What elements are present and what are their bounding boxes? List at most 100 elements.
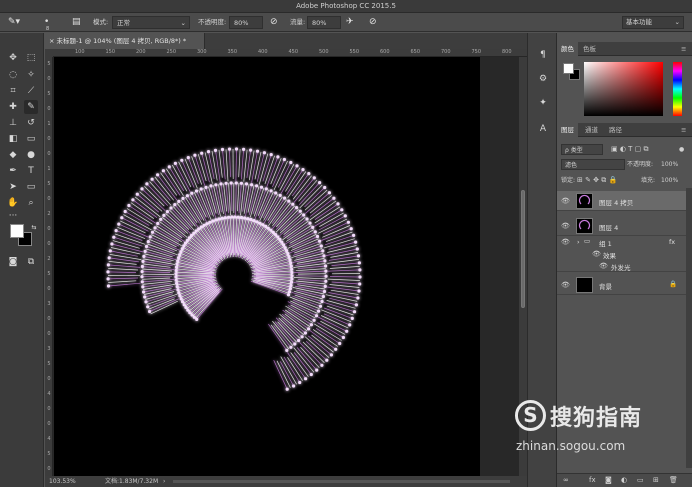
lasso-tool-icon[interactable]: ◌ (6, 68, 20, 82)
layer-group-row[interactable]: 👁 › ▭ 组 1 fx (557, 235, 686, 248)
document-tab[interactable]: × 未标题-1 @ 104% (图层 4 拷贝, RGB/8*) * (45, 33, 205, 49)
eye-icon[interactable]: 👁 (561, 238, 570, 246)
zoom-level[interactable]: 103.53% (49, 476, 76, 487)
horizontal-ruler[interactable]: 100 150 200 250 300 350 400 450 500 550 600 650 700 7… (53, 49, 527, 57)
paragraph-icon[interactable]: ¶ (537, 49, 549, 61)
path-select-icon[interactable]: ➤ (6, 180, 20, 194)
ruler-tick-label: 0 (47, 76, 51, 82)
clone-stamp-icon[interactable]: ⊥ (6, 116, 20, 130)
layer-name[interactable]: 图层 4 拷贝 (599, 197, 633, 207)
eyedropper-icon[interactable]: ⟋ (24, 84, 38, 98)
brush-tool-icon[interactable]: ✎▾ (8, 16, 20, 29)
eye-icon[interactable]: 👁 (599, 262, 608, 270)
adjustment-layer-icon[interactable]: ◐ (621, 476, 627, 484)
eye-icon[interactable]: 👁 (561, 197, 570, 205)
layer-row[interactable]: 👁 背景 🔒 (557, 275, 686, 295)
airbrush-icon[interactable]: ✈ (346, 16, 354, 29)
dodge-tool-icon[interactable]: ● (24, 148, 38, 162)
chevron-right-icon[interactable]: › (577, 238, 580, 246)
pen-tool-icon[interactable]: ✒ (6, 164, 20, 178)
more-tools-icon[interactable]: ··· (6, 209, 20, 223)
fx-icon[interactable]: fx (589, 476, 596, 484)
layer-name[interactable]: 组 1 (599, 238, 612, 248)
effect-item-row[interactable]: 👁 外发光 (557, 260, 686, 272)
mode-select[interactable]: 正常 ⌄ (112, 16, 190, 29)
tab-channels[interactable]: 通道 (581, 123, 602, 137)
eye-icon[interactable]: 👁 (561, 281, 570, 289)
color-panel-foreground[interactable] (563, 63, 574, 74)
foreground-color-swatch[interactable] (10, 224, 24, 238)
character-icon[interactable]: A (537, 123, 549, 135)
mode-value: 正常 (117, 19, 130, 27)
marquee-tool-icon[interactable]: ⬚ (24, 51, 38, 65)
properties-icon[interactable]: ⚙ (537, 73, 549, 85)
brush-settings-icon[interactable]: ✦ (537, 97, 549, 109)
effects-row[interactable]: 👁 效果 (557, 248, 686, 260)
title-bar: Adobe Photoshop CC 2015.5 (0, 0, 692, 13)
hue-slider[interactable] (673, 62, 682, 116)
workspace-select[interactable]: 基本功能 ⌄ (622, 16, 684, 29)
link-layers-icon[interactable]: ∞ (563, 476, 569, 484)
fx-badge[interactable]: fx (669, 238, 675, 246)
brush-panel-icon[interactable]: ▤ (72, 16, 81, 29)
add-mask-icon[interactable]: ◙ (605, 476, 612, 484)
history-brush-icon[interactable]: ↺ (24, 116, 38, 130)
layer-name[interactable]: 背景 (599, 281, 612, 291)
color-picker-field[interactable] (584, 62, 663, 116)
healing-brush-icon[interactable]: ✚ (6, 100, 20, 114)
panel-menu-icon[interactable]: ≡ (677, 123, 690, 137)
zoom-tool-icon[interactable]: ⌕ (24, 196, 38, 210)
eraser-icon[interactable]: ◧ (6, 132, 20, 146)
blend-mode-select[interactable]: 滤色 (561, 159, 625, 170)
eye-icon[interactable]: 👁 (561, 222, 570, 230)
swap-colors-icon[interactable]: ⇆ (27, 221, 41, 235)
tab-paths[interactable]: 路径 (605, 123, 626, 137)
ruler-tick-label: 600 (380, 49, 390, 55)
layer-name: 外发光 (611, 264, 631, 272)
panel-menu-icon[interactable]: ≡ (677, 42, 690, 56)
pressure-size-icon[interactable]: ⊘ (369, 16, 377, 29)
tab-swatches[interactable]: 色板 (579, 42, 600, 56)
magic-wand-icon[interactable]: ✧ (24, 68, 38, 82)
layer-row[interactable]: 👁 图层 4 拷贝 (557, 191, 686, 211)
lock-label: 锁定: (561, 177, 576, 184)
trash-icon[interactable]: 🗑 (669, 476, 678, 484)
fill-value[interactable]: 100% (661, 175, 678, 186)
blur-tool-icon[interactable]: ◆ (6, 148, 20, 162)
crop-tool-icon[interactable]: ⌗ (6, 84, 20, 98)
ruler-tick-label: 3 (47, 301, 51, 307)
layer-name[interactable]: 图层 4 (599, 222, 618, 232)
filter-toggle-icon[interactable]: ● (679, 144, 684, 155)
ruler-tick-label: 800 (502, 49, 512, 55)
layer-opacity-value[interactable]: 100% (661, 159, 678, 170)
flow-label: 流量: (290, 18, 306, 26)
move-tool-icon[interactable]: ✥ (6, 51, 20, 65)
opacity-field[interactable]: 80% (229, 16, 263, 29)
new-layer-icon[interactable]: ⊞ (653, 476, 659, 484)
eye-icon[interactable]: 👁 (592, 250, 601, 258)
type-tool-icon[interactable]: T (24, 164, 38, 178)
hand-tool-icon[interactable]: ✋ (6, 196, 20, 210)
opacity-label: 不透明度: (198, 18, 227, 26)
layer-row[interactable]: 👁 图层 4 (557, 216, 686, 236)
status-menu-icon[interactable]: › (163, 476, 165, 487)
quick-mask-icon[interactable]: ◙ (6, 255, 20, 269)
scrollbar-thumb[interactable] (521, 190, 525, 308)
layers-scrollbar[interactable] (686, 188, 692, 468)
filter-pixel-icon[interactable]: ▣ ◐ T ▢ ⧉ (611, 144, 649, 155)
brush-tool-icon[interactable]: ✎ (24, 100, 38, 114)
close-icon[interactable]: × (49, 37, 57, 45)
layer-filter-select[interactable]: ρ 类型 (561, 144, 603, 155)
gradient-icon[interactable]: ▭ (24, 132, 38, 146)
tab-color[interactable]: 颜色 (557, 42, 578, 56)
screen-mode-icon[interactable]: ⧉ (24, 255, 38, 269)
flow-field[interactable]: 80% (307, 16, 341, 29)
new-group-icon[interactable]: ▭ (637, 476, 644, 484)
tab-layers[interactable]: 图层 (557, 123, 578, 137)
document-canvas[interactable] (54, 57, 480, 476)
lock-icons[interactable]: ⊞ ✎ ✥ ⧉ 🔒 (577, 175, 617, 186)
horizontal-scrollbar[interactable] (173, 480, 510, 483)
vertical-ruler[interactable]: 5 0 5 0 1 0 0 1 5 0 2 0 0 2 5 0 3 0 0 3 5 0 4 0 0 4 5 0 (45, 57, 53, 476)
rectangle-tool-icon[interactable]: ▭ (24, 180, 38, 194)
pressure-opacity-icon[interactable]: ⊘ (270, 16, 278, 29)
